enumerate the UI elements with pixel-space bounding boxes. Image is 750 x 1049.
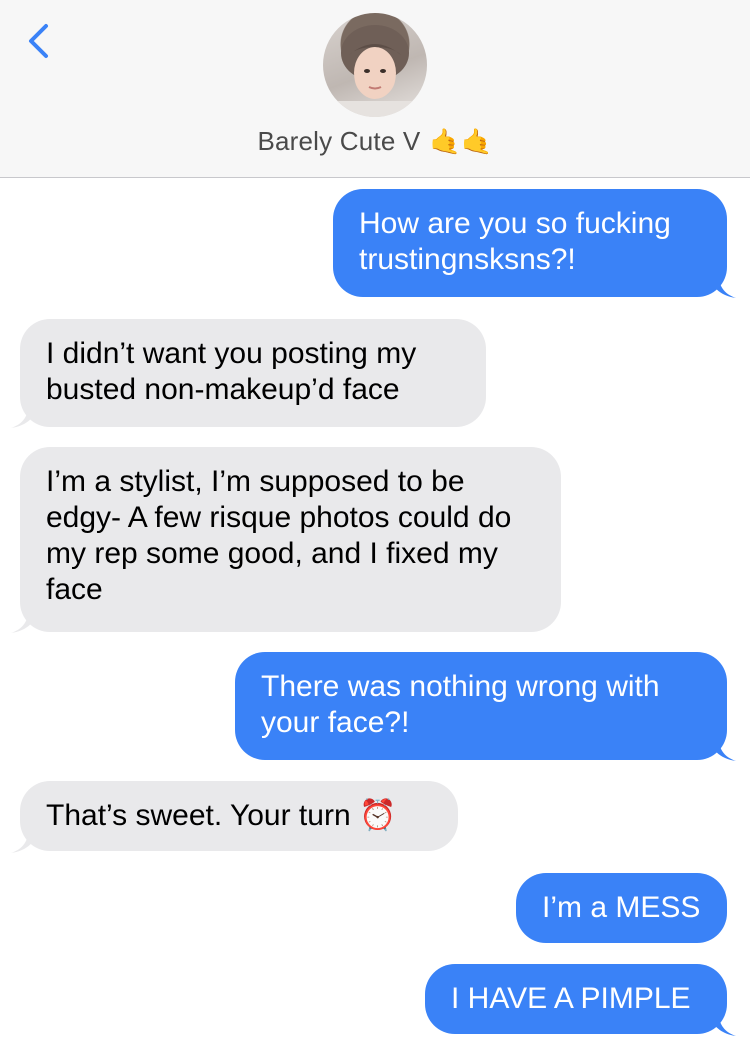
bubble-tail	[11, 605, 41, 633]
back-button[interactable]	[22, 22, 62, 62]
bubble-tail	[706, 1008, 736, 1036]
contact-name-text: Barely Cute V	[257, 126, 421, 156]
message-text: I’m a stylist, I’m supposed to be edgy- …	[46, 465, 512, 606]
contact-avatar[interactable]	[323, 13, 427, 117]
message-bubble-sent[interactable]: I’m a MESS	[516, 873, 727, 943]
bubble-tail	[11, 400, 41, 428]
message-text: How are you so fucking trustingnsksns?!	[359, 207, 671, 276]
message-bubble-received[interactable]: I’m a stylist, I’m supposed to be edgy- …	[20, 447, 561, 632]
message-bubble-sent[interactable]: There was nothing wrong with your face?!	[235, 652, 727, 760]
bubble-tail	[706, 733, 736, 761]
message-bubble-sent[interactable]: I HAVE A PIMPLE	[425, 964, 727, 1034]
message-text: There was nothing wrong with your face?!	[261, 670, 660, 739]
bubble-tail	[706, 270, 736, 298]
message-text: I HAVE A PIMPLE	[451, 982, 691, 1015]
message-text: I’m a MESS	[542, 891, 701, 924]
call-me-hand-emoji: 🤙🤙	[429, 128, 493, 156]
bubble-tail	[11, 825, 41, 853]
message-text: That’s sweet. Your turn ⏰	[46, 799, 397, 832]
message-text: I didn’t want you posting my busted non-…	[46, 337, 417, 406]
avatar-photo	[323, 25, 427, 117]
conversation-header: Barely Cute V 🤙🤙	[0, 0, 750, 178]
message-bubble-sent[interactable]: How are you so fucking trustingnsksns?!	[333, 189, 727, 297]
message-bubble-received[interactable]: I didn’t want you posting my busted non-…	[20, 319, 486, 427]
message-bubble-received[interactable]: That’s sweet. Your turn ⏰	[20, 781, 458, 851]
contact-name[interactable]: Barely Cute V 🤙🤙	[0, 126, 750, 157]
chevron-left-icon	[29, 24, 48, 58]
